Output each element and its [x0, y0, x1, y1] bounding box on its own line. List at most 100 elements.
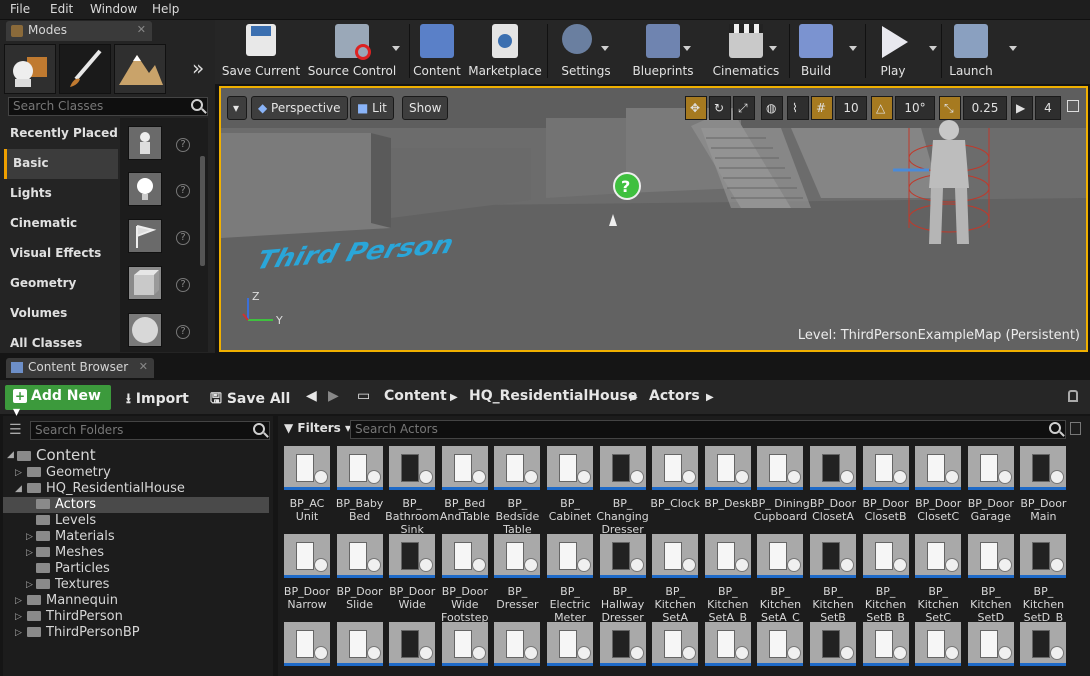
- asset-tile[interactable]: BP_ Kitchen SetC: [915, 534, 962, 624]
- category-visual-effects[interactable]: Visual Effects: [4, 239, 118, 269]
- search-classes-input[interactable]: Search Classes: [8, 97, 208, 116]
- lock-icon[interactable]: [1068, 390, 1078, 402]
- asset-tile[interactable]: [284, 622, 330, 666]
- asset-tile[interactable]: [336, 622, 383, 666]
- help-icon[interactable]: ?: [176, 184, 190, 198]
- chevron-down-icon[interactable]: [601, 46, 609, 51]
- asset-tile[interactable]: [494, 622, 541, 666]
- tree-item-content[interactable]: Content: [17, 446, 96, 464]
- grid-snap-icon[interactable]: #: [811, 96, 833, 120]
- breadcrumb-actors[interactable]: Actors: [649, 388, 700, 404]
- help-icon[interactable]: ?: [176, 138, 190, 152]
- expand-arrow-icon[interactable]: ▷: [15, 596, 22, 606]
- tree-item-mannequin[interactable]: Mannequin: [27, 593, 118, 608]
- help-icon[interactable]: ?: [176, 278, 190, 292]
- help-icon[interactable]: ?: [176, 231, 190, 245]
- category-basic[interactable]: Basic: [4, 149, 118, 179]
- category-geometry[interactable]: Geometry: [4, 269, 118, 299]
- category-cinematic[interactable]: Cinematic: [4, 209, 118, 239]
- asset-tile[interactable]: BP_Door Wide Footstep: [441, 534, 489, 624]
- save-current-button[interactable]: Save Current: [219, 20, 303, 80]
- content-button[interactable]: Content: [412, 20, 462, 80]
- asset-tile[interactable]: [1020, 622, 1067, 666]
- content-browser-tab[interactable]: Content Browser ✕: [6, 358, 154, 378]
- asset-tile[interactable]: BP_Door Wide: [389, 534, 435, 611]
- asset-tile[interactable]: BP_ Kitchen SetD_B: [1020, 534, 1067, 624]
- scale-snap-value[interactable]: 0.25: [963, 96, 1007, 120]
- scale-tool-icon[interactable]: ⤢: [733, 96, 755, 120]
- expand-arrow-icon[interactable]: ◢: [15, 484, 22, 494]
- source-control-button[interactable]: Source Control: [305, 20, 400, 80]
- chevron-down-icon[interactable]: [1009, 46, 1017, 51]
- asset-tile[interactable]: [441, 622, 488, 666]
- asset-tile[interactable]: BP_Door ClosetC: [915, 446, 961, 523]
- asset-tile[interactable]: BP_ Kitchen SetB_B: [862, 534, 909, 624]
- category-lights[interactable]: Lights: [4, 179, 118, 209]
- tree-item-levels[interactable]: Levels: [36, 513, 96, 528]
- asset-tile[interactable]: BP_Door ClosetB: [863, 446, 909, 523]
- tree-item-thirdperson[interactable]: ThirdPerson: [27, 609, 123, 624]
- asset-tile[interactable]: BP_ Bathroom Sink: [385, 446, 439, 536]
- expand-arrow-icon[interactable]: ▷: [15, 468, 22, 478]
- asset-tile[interactable]: BP_Door Narrow: [284, 534, 330, 611]
- tree-item-textures[interactable]: Textures: [36, 577, 109, 592]
- asset-tile[interactable]: BP_ Dining Cupboard: [751, 446, 810, 523]
- scale-snap-icon[interactable]: ⤡: [939, 96, 961, 120]
- point-light-icon[interactable]: [128, 172, 162, 206]
- help-icon[interactable]: ?: [176, 325, 190, 339]
- menu-edit[interactable]: Edit: [50, 2, 73, 16]
- camera-speed-icon[interactable]: ▶: [1011, 96, 1033, 120]
- asset-tile[interactable]: BP_Clock: [650, 446, 700, 510]
- scrollbar[interactable]: [200, 156, 205, 266]
- cube-icon[interactable]: [128, 266, 162, 300]
- chevron-down-icon[interactable]: [683, 46, 691, 51]
- asset-tile[interactable]: [652, 622, 699, 666]
- breadcrumb-hq-residentialhouse[interactable]: HQ_ResidentialHouse: [469, 388, 637, 404]
- asset-tile[interactable]: BP_ Kitchen SetB: [810, 534, 856, 624]
- modes-tab[interactable]: Modes ✕: [6, 21, 152, 41]
- breadcrumb-separator-icon[interactable]: ▶: [706, 392, 714, 403]
- add-new-button[interactable]: + Add New ▾: [5, 385, 111, 420]
- asset-tile[interactable]: BP_Door Garage: [968, 446, 1014, 523]
- blueprints-button[interactable]: Blueprints: [623, 20, 703, 80]
- asset-tile[interactable]: BP_Door ClosetA: [810, 446, 856, 523]
- asset-tile[interactable]: BP_ Kitchen SetA: [652, 534, 699, 624]
- asset-tile[interactable]: BP_ Dresser: [494, 534, 541, 611]
- camera-speed-value[interactable]: 4: [1035, 96, 1061, 120]
- chevron-down-icon[interactable]: [849, 46, 857, 51]
- search-actors-input[interactable]: Search Actors: [350, 420, 1066, 439]
- asset-tile[interactable]: BP_ Cabinet: [547, 446, 593, 523]
- maximize-icon[interactable]: [1067, 100, 1079, 112]
- show-button[interactable]: Show: [402, 96, 449, 120]
- search-folders-input[interactable]: Search Folders: [30, 421, 270, 440]
- asset-tile[interactable]: [967, 622, 1014, 666]
- chevron-down-icon[interactable]: [392, 46, 400, 51]
- back-arrow-icon[interactable]: ◀: [306, 388, 317, 404]
- asset-tile[interactable]: [862, 622, 909, 666]
- category-volumes[interactable]: Volumes: [4, 299, 118, 329]
- empty-actor-icon[interactable]: [128, 126, 162, 160]
- tree-item-thirdpersonbp[interactable]: ThirdPersonBP: [27, 625, 140, 640]
- settings-button[interactable]: Settings: [551, 20, 621, 80]
- tree-item-materials[interactable]: Materials: [36, 529, 115, 544]
- asset-tile[interactable]: [547, 622, 593, 666]
- tree-item-geometry[interactable]: Geometry: [27, 465, 111, 480]
- launch-button[interactable]: Launch: [945, 20, 1017, 80]
- asset-tile[interactable]: BP_AC Unit: [284, 446, 330, 523]
- expand-arrow-icon[interactable]: ▷: [26, 532, 33, 542]
- expand-arrow-icon[interactable]: ◢: [7, 450, 14, 460]
- tree-item-hq-residentialhouse[interactable]: HQ_ResidentialHouse: [27, 481, 185, 496]
- menu-file[interactable]: File: [10, 2, 30, 16]
- asset-tile[interactable]: BP_ Bedside Table: [494, 446, 541, 536]
- asset-tile[interactable]: BP_ Kitchen SetD: [967, 534, 1014, 624]
- sphere-icon[interactable]: [128, 313, 162, 347]
- save-search-icon[interactable]: [1070, 422, 1081, 435]
- asset-tile[interactable]: [757, 622, 804, 666]
- play-button[interactable]: Play: [867, 20, 937, 80]
- asset-tile[interactable]: BP_Door Slide: [337, 534, 383, 611]
- asset-tile[interactable]: [915, 622, 962, 666]
- save-all-button[interactable]: 🖫 Save All: [210, 388, 290, 412]
- rotation-snap-value[interactable]: 10°: [895, 96, 935, 120]
- asset-tile[interactable]: BP_ Kitchen SetA_B: [704, 534, 751, 624]
- asset-tile[interactable]: [704, 622, 751, 666]
